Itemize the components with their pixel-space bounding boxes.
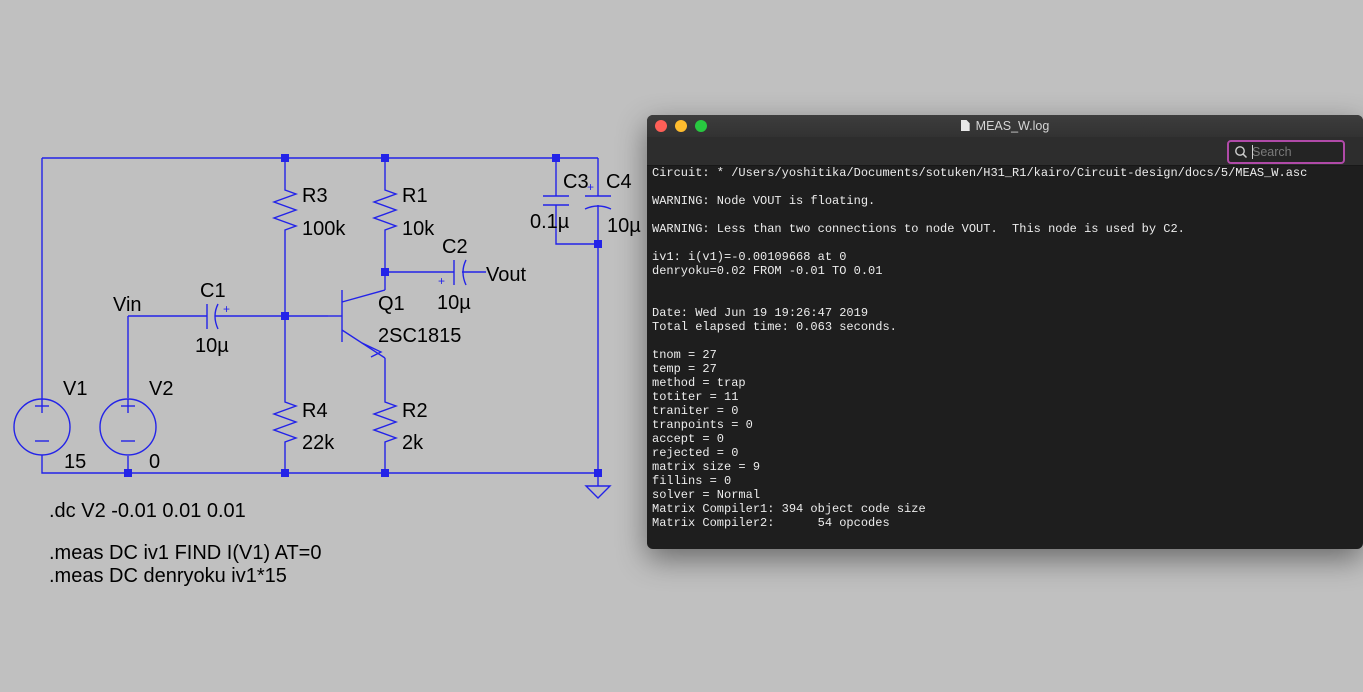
log-window-toolbar <box>647 137 1363 166</box>
document-icon <box>960 120 970 131</box>
log-line: Total elapsed time: 0.063 seconds. <box>652 320 897 334</box>
log-window[interactable]: MEAS_W.log Circuit: * /Users/yoshitika/D… <box>647 115 1363 549</box>
v1-ref-label: V1 <box>63 378 87 400</box>
c4-ref-label: C4 <box>606 171 632 193</box>
c2-plus-mark: + <box>438 274 445 288</box>
log-line: WARNING: Less than two connections to no… <box>652 222 1185 236</box>
meas-directive-iv1[interactable]: .meas DC iv1 FIND I(V1) AT=0 <box>49 542 321 564</box>
resistor-r4[interactable] <box>271 398 299 446</box>
c2-value-label: 10µ <box>437 292 471 314</box>
log-line: rejected = 0 <box>652 446 739 460</box>
search-box[interactable] <box>1227 140 1345 164</box>
text-caret <box>1252 145 1253 159</box>
r4-value-label: 22k <box>302 432 335 454</box>
capacitor-c3[interactable] <box>543 195 569 206</box>
window-title: MEAS_W.log <box>647 119 1363 133</box>
voltage-source-v1[interactable] <box>13 398 71 456</box>
r3-ref-label: R3 <box>302 185 328 207</box>
v1-value-label: 15 <box>64 451 86 473</box>
log-line: solver = Normal <box>652 488 761 502</box>
window-title-text: MEAS_W.log <box>975 119 1050 133</box>
v2-ref-label: V2 <box>149 378 173 400</box>
r4-ref-label: R4 <box>302 400 328 422</box>
ground-symbol <box>584 485 612 499</box>
r2-value-label: 2k <box>402 432 424 454</box>
c3-value-label: 0.1µ <box>530 211 570 233</box>
v2-value-label: 0 <box>149 451 160 473</box>
vin-net-label: Vin <box>113 294 142 316</box>
log-line: denryoku=0.02 FROM -0.01 TO 0.01 <box>652 264 883 278</box>
log-line: method = trap <box>652 376 746 390</box>
log-line: temp = 27 <box>652 362 717 376</box>
log-line: fillins = 0 <box>652 474 732 488</box>
c2-ref-label: C2 <box>442 236 468 258</box>
vout-net-label: Vout <box>486 264 526 286</box>
log-line: Circuit: * /Users/yoshitika/Documents/so… <box>652 166 1308 180</box>
r1-value-label: 10k <box>402 218 435 240</box>
c1-ref-label: C1 <box>200 280 226 302</box>
resistor-r1[interactable] <box>371 186 399 234</box>
q1-value-label: 2SC1815 <box>378 325 461 347</box>
log-line: accept = 0 <box>652 432 725 446</box>
meas-directive-denryoku[interactable]: .meas DC denryoku iv1*15 <box>49 565 287 587</box>
log-line: Date: Wed Jun 19 19:26:47 2019 <box>652 306 869 320</box>
resistor-r3[interactable] <box>271 186 299 234</box>
c1-plus-mark: + <box>223 302 230 316</box>
log-line: tranpoints = 0 <box>652 418 753 432</box>
c1-value-label: 10µ <box>195 335 229 357</box>
log-line: totiter = 11 <box>652 390 739 404</box>
resistor-r2[interactable] <box>371 398 399 446</box>
log-line: Matrix Compiler1: 394 object code size <box>652 502 926 516</box>
log-line: WARNING: Node VOUT is floating. <box>652 194 876 208</box>
c4-value-label: 10µ <box>607 215 641 237</box>
r2-ref-label: R2 <box>402 400 428 422</box>
c3-ref-label: C3 <box>563 171 589 193</box>
search-icon <box>1235 146 1248 159</box>
voltage-source-v2[interactable] <box>99 398 157 456</box>
log-line: matrix size = 9 <box>652 460 761 474</box>
log-line: tnom = 27 <box>652 348 717 362</box>
r1-ref-label: R1 <box>402 185 428 207</box>
r3-value-label: 100k <box>302 218 346 240</box>
log-line: iv1: i(v1)=-0.00109668 at 0 <box>652 250 847 264</box>
q1-ref-label: Q1 <box>378 293 405 315</box>
search-input[interactable] <box>1252 143 1338 160</box>
log-line: Matrix Compiler2: 54 opcodes <box>652 516 890 530</box>
dc-directive[interactable]: .dc V2 -0.01 0.01 0.01 <box>49 500 246 522</box>
log-text-area[interactable]: Circuit: * /Users/yoshitika/Documents/so… <box>652 166 1358 546</box>
transistor-q1[interactable] <box>328 289 386 359</box>
log-line: traniter = 0 <box>652 404 739 418</box>
log-window-titlebar[interactable]: MEAS_W.log <box>647 115 1363 137</box>
